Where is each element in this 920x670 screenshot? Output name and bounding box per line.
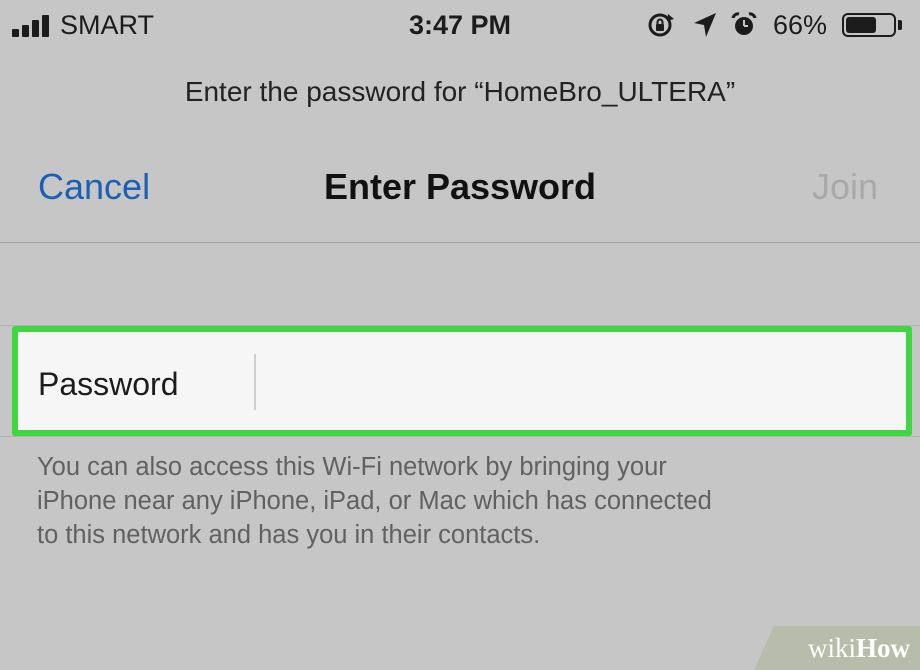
nav-divider [0, 242, 920, 243]
status-bar: SMART 3:47 PM 66% [0, 0, 920, 50]
battery-nub [898, 20, 902, 30]
note-line: You can also access this Wi-Fi network b… [37, 453, 667, 481]
password-input[interactable] [254, 354, 900, 410]
password-label: Password [38, 366, 179, 402]
battery-percentage: 66% [773, 10, 828, 40]
location-arrow-icon [694, 13, 716, 37]
note-line: to this network and has you in their con… [37, 521, 541, 549]
row-divider-bottom [0, 436, 920, 437]
note-line: iPhone near any iPhone, iPad, or Mac whi… [37, 487, 712, 515]
watermark-wiki: wiki [807, 633, 856, 663]
watermark-logo: wikiHow [808, 633, 910, 664]
watermark-how: How [856, 633, 910, 663]
network-sharing-note: You can also access this Wi-Fi network b… [37, 450, 877, 552]
network-prompt: Enter the password for “HomeBro_ULTERA” [184, 76, 736, 107]
password-field-row[interactable]: Password [12, 326, 912, 436]
battery-fill [846, 17, 876, 33]
orientation-lock-icon [648, 13, 674, 37]
navigation-bar: Cancel Enter Password Join [0, 140, 920, 240]
battery-icon [842, 13, 896, 37]
alarm-icon [731, 12, 757, 35]
page-title: Enter Password [323, 166, 597, 207]
join-button[interactable]: Join [812, 166, 878, 208]
